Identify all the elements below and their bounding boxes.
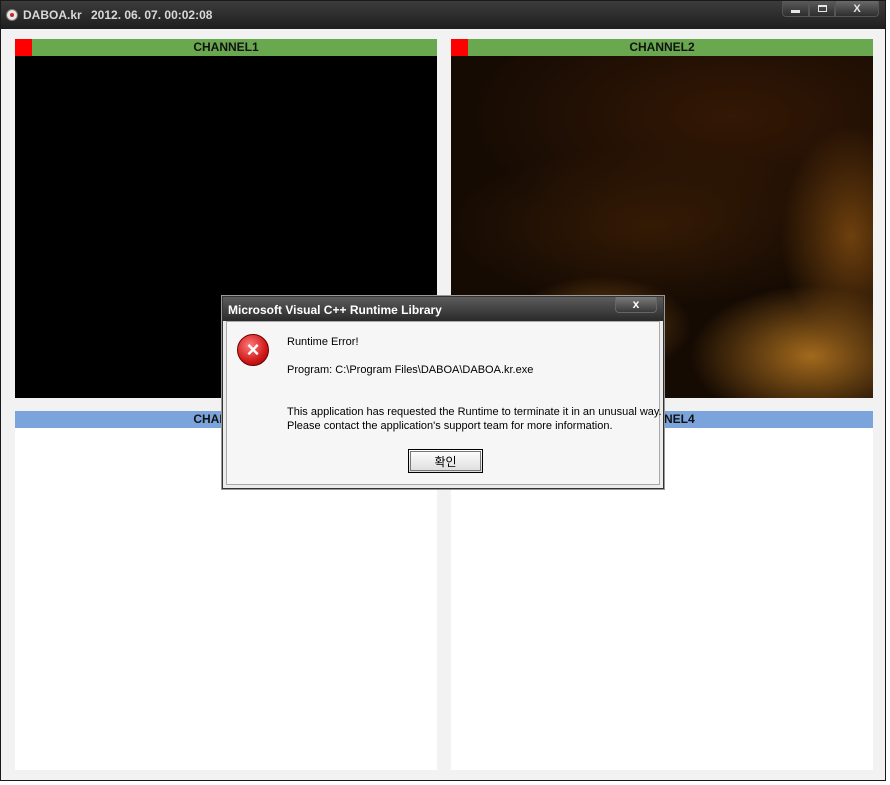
channel-2-header: CHANNEL2 — [451, 39, 873, 56]
minimize-button[interactable] — [782, 1, 809, 17]
runtime-error-dialog: Microsoft Visual C++ Runtime Library x ×… — [222, 296, 664, 489]
error-program-path: Program: C:\Program Files\DABOA\DABOA.kr… — [287, 364, 534, 376]
close-icon: x — [632, 297, 640, 311]
dialog-title: Microsoft Visual C++ Runtime Library — [228, 303, 442, 317]
channel-1-label: CHANNEL1 — [193, 40, 259, 54]
title-bar[interactable]: DABOA.kr 2012. 06. 07. 00:02:08 X — [1, 1, 885, 29]
close-icon: X — [853, 2, 861, 15]
recording-indicator-icon — [15, 39, 32, 56]
error-icon: × — [237, 334, 269, 366]
dialog-body: × Runtime Error! Program: C:\Program Fil… — [226, 321, 662, 485]
title-datetime: 2012. 06. 07. 00:02:08 — [91, 8, 213, 22]
error-message-line-2: Please contact the application's support… — [287, 420, 613, 432]
window-controls: X — [782, 1, 879, 19]
error-message-line-1: This application has requested the Runti… — [287, 406, 662, 418]
channel-2-label: CHANNEL2 — [629, 40, 695, 54]
recording-indicator-icon — [451, 39, 468, 56]
maximize-button[interactable] — [809, 1, 835, 17]
ok-button[interactable]: 확인 — [408, 449, 483, 473]
app-logo-icon — [6, 9, 18, 21]
dialog-close-button[interactable]: x — [615, 297, 657, 313]
dialog-title-bar[interactable]: Microsoft Visual C++ Runtime Library x — [223, 297, 663, 321]
app-title: DABOA.kr — [23, 8, 82, 22]
maximize-icon — [817, 5, 827, 12]
channel-1-header: CHANNEL1 — [15, 39, 437, 56]
close-button[interactable]: X — [835, 1, 879, 17]
error-heading: Runtime Error! — [287, 336, 359, 348]
minimize-icon — [791, 9, 800, 13]
